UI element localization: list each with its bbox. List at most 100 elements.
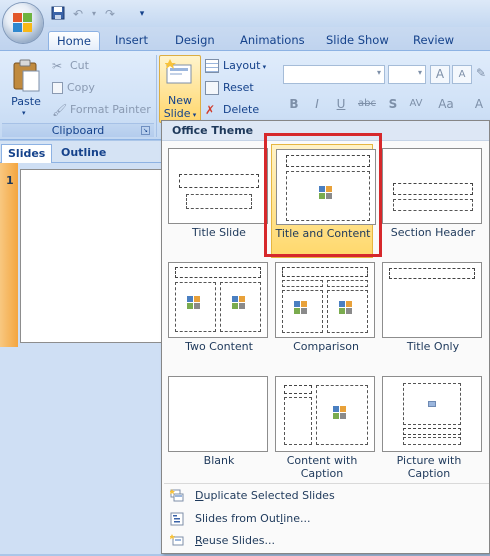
font-size-box[interactable]: ▾ (388, 65, 426, 84)
tab-review[interactable]: Review (405, 31, 462, 51)
layout-thumbnail (276, 149, 376, 225)
tab-design[interactable]: Design (167, 31, 223, 51)
layout-content-with-caption[interactable]: Content with Caption (271, 372, 375, 486)
title-placeholder (175, 267, 261, 278)
layout-section-header[interactable]: Section Header (378, 144, 482, 258)
layout-thumbnail (168, 376, 268, 452)
layout-button[interactable]: Layout ▾ (205, 56, 266, 76)
content-icons (339, 301, 357, 315)
layout-two-content[interactable]: Two Content (164, 258, 268, 372)
slides-from-outline-icon (170, 512, 184, 526)
paste-label: Paste (11, 95, 41, 108)
character-spacing-button[interactable]: AV (404, 95, 428, 113)
layout-title-only[interactable]: Title Only (378, 258, 482, 372)
text-placeholder (393, 199, 473, 211)
undo-dropdown-icon[interactable]: ▾ (86, 6, 102, 22)
tab-slides[interactable]: Slides (1, 144, 53, 163)
copy-button[interactable]: Copy (52, 78, 95, 98)
layout-label: Two Content (185, 340, 253, 353)
reset-button[interactable]: Reset (205, 78, 254, 98)
layout-title-and-content[interactable]: Title and Content (271, 144, 376, 258)
format-painter-button[interactable]: 🖌 Format Painter (52, 100, 151, 120)
paste-button[interactable]: Paste ▾ (6, 55, 46, 121)
pane-tabs: Slides Outline (0, 141, 162, 163)
cut-button[interactable]: ✂ Cut (52, 56, 89, 76)
thumbnail-number: 1 (6, 174, 14, 187)
delete-button[interactable]: ✗ Delete (205, 100, 259, 120)
character-spacing-label: AV (409, 98, 423, 109)
duplicate-selected-slides-item[interactable]: Duplicate Selected Slides (162, 485, 489, 507)
title-placeholder (282, 267, 368, 277)
reuse-slides-icon (169, 534, 184, 548)
left-content-placeholder (175, 282, 216, 332)
content-icons (333, 406, 351, 420)
tab-slide-show[interactable]: Slide Show (318, 31, 397, 51)
office-button[interactable] (3, 3, 43, 43)
picture-icon (428, 401, 436, 407)
slide-thumbnail[interactable] (20, 169, 162, 343)
layout-label: Layout (223, 59, 261, 72)
font-name-box[interactable]: ▾ (283, 65, 385, 84)
change-case-button[interactable]: Aa (434, 95, 458, 113)
layout-label: Title Slide (192, 226, 246, 239)
subtitle-placeholder (186, 194, 252, 209)
bold-button[interactable]: B (285, 95, 303, 113)
right-content-placeholder (327, 290, 368, 333)
reuse-slides-item[interactable]: Reuse Slides... (162, 530, 489, 552)
customize-toolbar-icon[interactable]: ▾ (134, 6, 150, 22)
new-slide-label-text: Slide (163, 107, 191, 120)
tab-animations[interactable]: Animations (232, 31, 313, 51)
title-placeholder (284, 385, 312, 394)
copy-label: Copy (67, 81, 95, 94)
new-slide-icon (165, 59, 192, 84)
scissors-icon: ✂ (52, 59, 63, 73)
clipboard-group-label: Clipboard (2, 123, 154, 137)
underline-button[interactable]: U (332, 95, 350, 113)
font-color-button[interactable]: A (470, 95, 488, 113)
tab-home[interactable]: Home (48, 31, 100, 51)
title-placeholder (393, 183, 473, 195)
title-placeholder (403, 428, 461, 435)
layout-picture-with-caption[interactable]: Picture with Caption (378, 372, 482, 486)
layout-thumbnail (275, 376, 375, 452)
strikethrough-button[interactable]: abc (354, 95, 380, 113)
tab-insert[interactable]: Insert (107, 31, 156, 51)
layout-title-slide[interactable]: Title Slide (164, 144, 268, 258)
delete-label: Delete (223, 103, 260, 116)
content-placeholder (286, 171, 370, 221)
shadow-label: S (388, 97, 398, 111)
shrink-font-button[interactable]: A (452, 65, 472, 84)
menu-header: Office Theme (162, 121, 489, 141)
group-separator (156, 55, 157, 137)
italic-label: I (315, 97, 319, 111)
layout-thumbnail (168, 148, 268, 224)
clear-formatting-button[interactable]: ✎ (476, 65, 490, 84)
office-logo-icon (13, 13, 33, 33)
duplicate-post: uplicate Selected Slides (203, 489, 335, 502)
layout-comparison[interactable]: Comparison (271, 258, 375, 372)
new-slide-layout-menu: Office Theme Title Slide Title and Conte… (161, 120, 490, 554)
outline-pre: Slides from Out (195, 512, 281, 525)
duplicate-slides-icon (169, 489, 184, 503)
new-slide-label-2: Slide ▾ (160, 107, 200, 120)
redo-icon[interactable]: ↷ (102, 6, 118, 22)
caption-placeholder (403, 437, 461, 445)
clipboard-launcher-icon[interactable]: ↘ (141, 126, 150, 135)
grow-font-button[interactable]: A (430, 65, 450, 84)
italic-button[interactable]: I (308, 95, 326, 113)
grow-font-label: A (435, 67, 445, 81)
layout-blank[interactable]: Blank (164, 372, 268, 486)
tab-outline[interactable]: Outline (55, 144, 112, 163)
format-painter-label: Format Painter (70, 103, 151, 116)
new-slide-button[interactable]: New Slide ▾ (159, 55, 201, 123)
save-icon[interactable] (50, 6, 66, 22)
undo-icon[interactable]: ↶ (70, 6, 86, 22)
outline-post: ine... (283, 512, 311, 525)
right-heading-placeholder (327, 280, 368, 287)
font-size-dropdown-icon: ▾ (417, 68, 422, 77)
slides-from-outline-item[interactable]: Slides from Outline... (162, 508, 489, 530)
content-placeholder (316, 385, 368, 445)
title-placeholder (286, 155, 370, 167)
layout-label: Comparison (293, 340, 359, 353)
shadow-button[interactable]: S (384, 95, 402, 113)
